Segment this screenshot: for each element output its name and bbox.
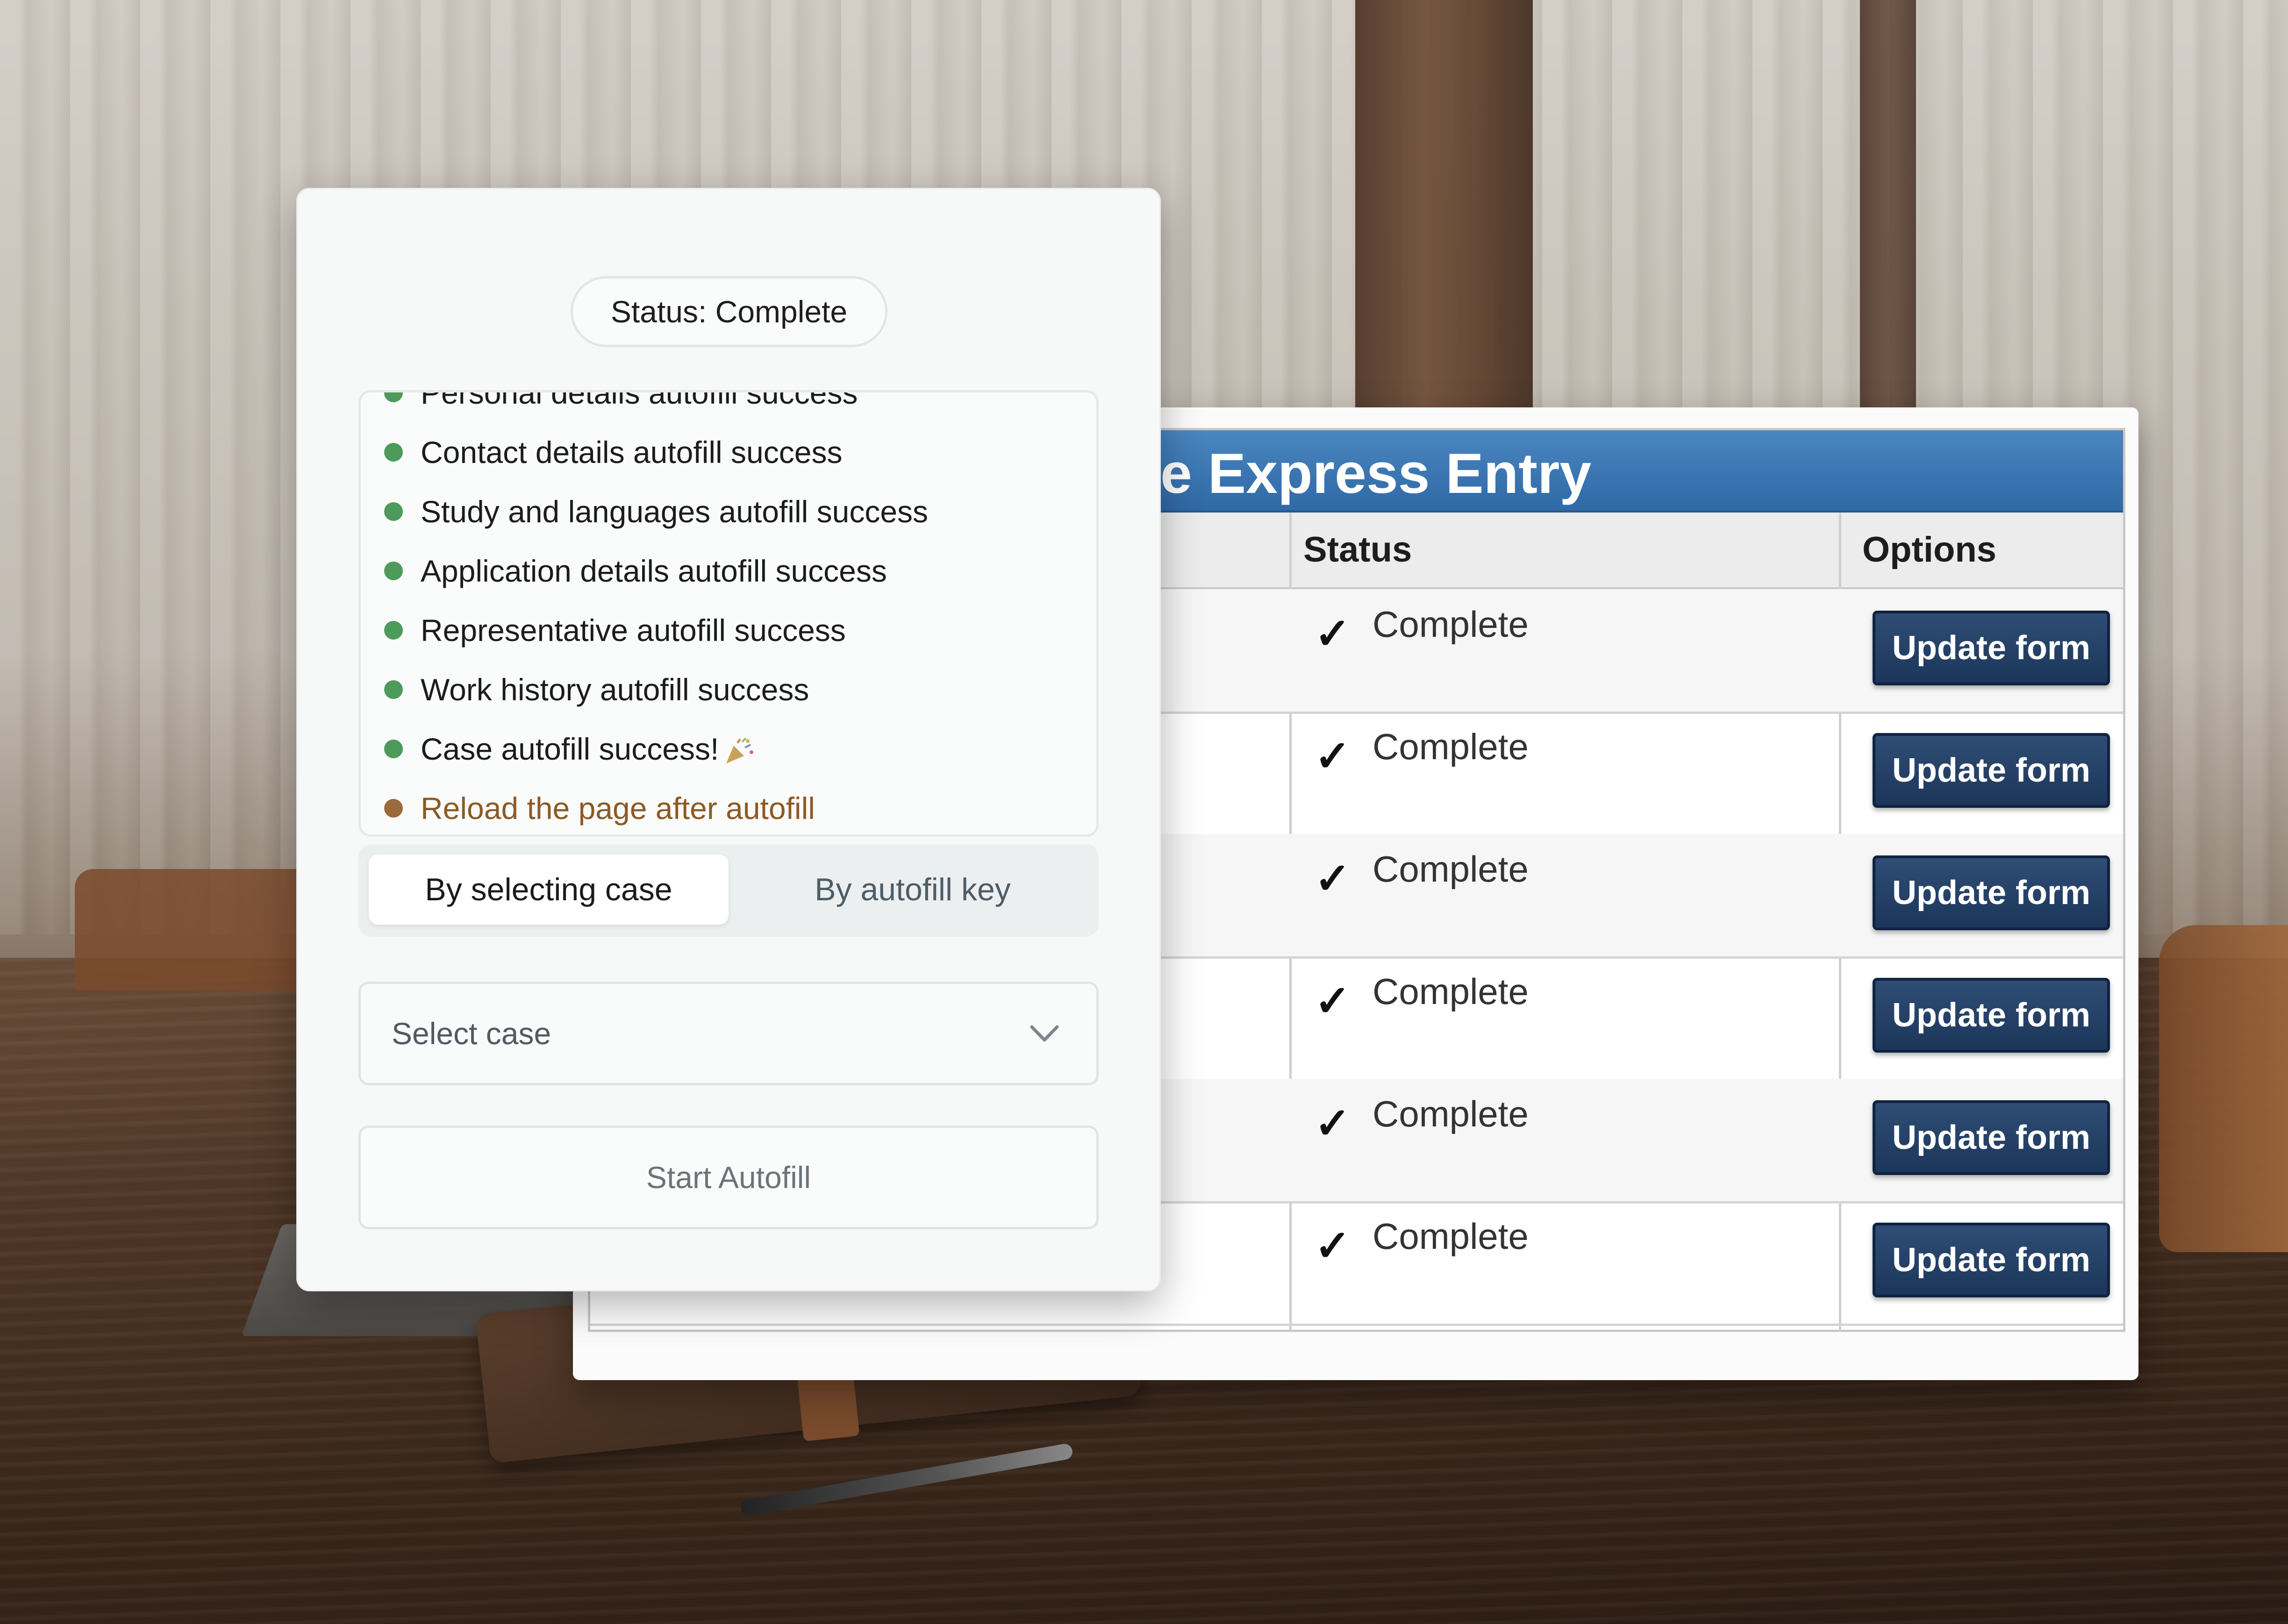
log-item: Reload the page after autofill [361, 778, 1096, 834]
log-item-label: Personal details autofill success [421, 390, 858, 410]
row-status: Complete [1373, 1216, 1529, 1257]
log-item: Case autofill success! [361, 719, 1096, 778]
update-form-button[interactable]: Update form [1873, 855, 2110, 930]
background-chair [2159, 925, 2288, 1252]
success-dot-icon [384, 392, 403, 402]
log-item-label: Case autofill success! [421, 731, 719, 766]
update-form-button[interactable]: Update form [1873, 733, 2110, 808]
column-header-status: Status [1303, 530, 1412, 570]
row-status: Complete [1373, 604, 1529, 645]
check-icon: ✓ [1315, 1222, 1351, 1270]
check-icon: ✓ [1315, 977, 1351, 1025]
success-dot-icon [384, 502, 403, 521]
row-status: Complete [1373, 726, 1529, 767]
case-select-placeholder: Select case [392, 1016, 551, 1051]
log-item-label: Reload the page after autofill [421, 791, 815, 826]
case-select[interactable]: Select case [358, 982, 1099, 1085]
check-icon: ✓ [1315, 733, 1351, 780]
warning-dot-icon [384, 798, 403, 818]
check-icon: ✓ [1315, 1100, 1351, 1147]
log-item-label: Work history autofill success [421, 672, 809, 707]
check-icon: ✓ [1315, 855, 1351, 903]
log-item-text: Study and languages autofill success [421, 494, 928, 529]
tab-by-autofill-key[interactable]: By autofill key [737, 855, 1088, 925]
log-item-text: Reload the page after autofill [421, 791, 815, 826]
update-form-button[interactable]: Update form [1873, 978, 2110, 1053]
row-status: Complete [1373, 971, 1529, 1012]
log-item-text: Contact details autofill success [421, 434, 842, 470]
update-form-button[interactable]: Update form [1873, 1100, 2110, 1175]
party-popper-icon [726, 737, 754, 764]
column-header-options: Options [1862, 530, 1997, 570]
log-item-text: Representative autofill success [421, 613, 846, 648]
log-item-label: Contact details autofill success [421, 434, 843, 470]
update-form-button[interactable]: Update form [1873, 611, 2110, 685]
update-form-button[interactable]: Update form [1873, 1223, 2110, 1297]
success-dot-icon [384, 442, 403, 462]
log-item: Work history autofill success [361, 660, 1096, 719]
log-item-text: Work history autofill success [421, 672, 809, 707]
success-dot-icon [384, 739, 403, 758]
row-status: Complete [1373, 848, 1529, 890]
row-status: Complete [1373, 1093, 1529, 1134]
log-item-label: Application details autofill success [421, 553, 887, 588]
start-autofill-button[interactable]: Start Autofill [358, 1125, 1099, 1229]
success-dot-icon [384, 620, 403, 640]
autofill-log[interactable]: Personal details autofill success Contact… [358, 390, 1099, 837]
log-item-label: Representative autofill success [421, 613, 846, 648]
success-dot-icon [384, 680, 403, 699]
log-item-text: Application details autofill success [421, 553, 887, 589]
log-item: Contact details autofill success [361, 422, 1096, 482]
log-item-label: Study and languages autofill success [421, 494, 929, 529]
check-icon: ✓ [1315, 610, 1351, 658]
log-item: Representative autofill success [361, 600, 1096, 660]
log-item: Application details autofill success [361, 541, 1096, 600]
tab-by-selecting-case[interactable]: By selecting case [369, 855, 729, 925]
mode-tabs: By selecting case By autofill key [358, 844, 1099, 937]
status-badge: Status: Complete [571, 276, 887, 347]
autofill-panel: Status: Complete Personal details autofi… [296, 188, 1161, 1291]
table-title: e Express Entry [1160, 442, 1592, 505]
chevron-down-icon [1030, 1025, 1059, 1042]
log-item-text: Case autofill success! [421, 731, 756, 767]
log-item: Personal details autofill success [361, 390, 1096, 422]
success-dot-icon [384, 561, 403, 580]
log-item: Study and languages autofill success [361, 482, 1096, 541]
log-item-text: Personal details autofill success [421, 390, 858, 411]
